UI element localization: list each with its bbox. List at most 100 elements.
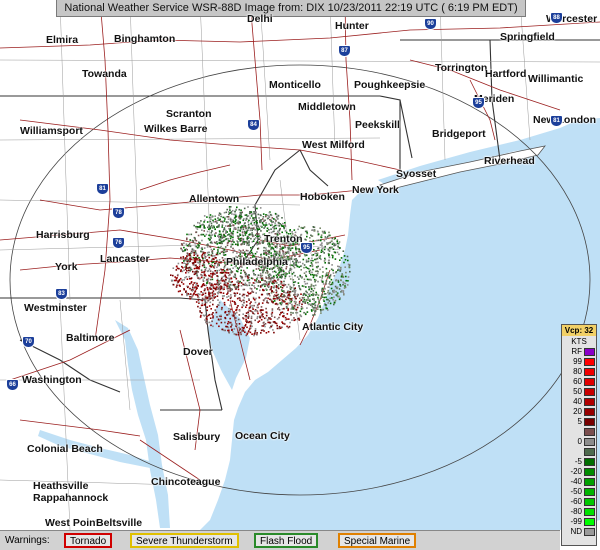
- city-label: Chincoteague: [151, 476, 221, 488]
- interstate-shield-icon: 81: [96, 183, 109, 195]
- legend-color-swatch: [584, 448, 595, 456]
- legend-color-swatch: [584, 428, 595, 436]
- header-bar: National Weather Service WSR-88D Image f…: [56, 0, 526, 17]
- legend-color-swatch: [584, 348, 595, 356]
- city-label: Willimantic: [528, 73, 584, 85]
- velocity-legend: Vcp: 32 KTS RF 99 80 60 50 40 20 5 0 -5 -20 -40 -50-…: [561, 324, 597, 546]
- interstate-shield-icon: 70: [22, 336, 35, 348]
- legend-value-label: -40: [570, 477, 582, 486]
- legend-value-label: 80: [573, 367, 582, 376]
- city-label: Colonial Beach: [27, 443, 103, 455]
- special-marine-warning-button[interactable]: Special Marine: [338, 533, 417, 548]
- warnings-label: Warnings:: [5, 535, 50, 546]
- legend-row: 40: [562, 397, 596, 407]
- legend-row: RF: [562, 347, 596, 357]
- city-label: Philadelphia: [226, 256, 288, 268]
- city-label: Ocean City: [235, 430, 290, 442]
- interstate-shield-icon: 88: [550, 12, 563, 24]
- legend-title: Vcp: 32: [562, 325, 596, 336]
- legend-value-label: RF: [571, 347, 582, 356]
- legend-value-label: -50: [570, 487, 582, 496]
- city-label: Binghamton: [114, 33, 176, 45]
- severe-thunderstorm-warning-button[interactable]: Severe Thunderstorm: [130, 533, 239, 548]
- legend-color-swatch: [584, 458, 595, 466]
- city-label: Allentown: [189, 193, 240, 205]
- legend-color-swatch: [584, 388, 595, 396]
- legend-color-swatch: [584, 518, 595, 526]
- city-label: Middletown: [298, 101, 356, 113]
- interstate-shield-icon: 78: [112, 207, 125, 219]
- city-label: Poughkeepsie: [354, 79, 426, 91]
- legend-row: -80: [562, 507, 596, 517]
- city-label: Delhi: [247, 13, 273, 25]
- city-label: Bridgeport: [432, 128, 486, 140]
- legend-row: -60: [562, 497, 596, 507]
- interstate-shield-icon: 90: [424, 18, 437, 30]
- city-label: Hartford: [485, 68, 527, 80]
- city-label: Washington: [22, 374, 82, 386]
- legend-row: -40: [562, 477, 596, 487]
- city-label: Wilkes Barre: [144, 123, 208, 135]
- legend-color-swatch: [584, 408, 595, 416]
- city-label: New London: [533, 114, 596, 126]
- city-label: Scranton: [166, 108, 212, 120]
- legend-row: -20: [562, 467, 596, 477]
- city-label: Trenton: [264, 233, 303, 245]
- legend-value-label: 0: [577, 437, 582, 446]
- legend-color-swatch: [584, 358, 595, 366]
- interstate-shield-icon: 87: [338, 45, 351, 57]
- city-label: Riverhead: [484, 155, 535, 167]
- legend-row: ND: [562, 527, 596, 537]
- city-label: Towanda: [82, 68, 127, 80]
- legend-value-label: 20: [573, 407, 582, 416]
- legend-row: 0: [562, 437, 596, 447]
- legend-value-label: -99: [570, 517, 582, 526]
- city-label: Peekskill: [355, 119, 400, 131]
- city-label: Torrington: [435, 62, 488, 74]
- legend-row: 80: [562, 367, 596, 377]
- legend-value-label: -20: [570, 467, 582, 476]
- city-label: York: [55, 261, 78, 273]
- legend-value-label: -60: [570, 497, 582, 506]
- city-label: Williamsport: [20, 125, 83, 137]
- interstate-shield-icon: 83: [55, 288, 68, 300]
- header-title: National Weather Service WSR-88D Image f…: [64, 2, 518, 14]
- city-label: West Point: [45, 517, 100, 529]
- legend-rows: RF 99 80 60 50 40 20 5 0 -5 -20 -40 -50 -60 -80 -99 ND: [562, 347, 596, 537]
- legend-color-swatch: [584, 478, 595, 486]
- legend-value-label: 60: [573, 377, 582, 386]
- tornado-warning-button[interactable]: Tornado: [64, 533, 113, 548]
- city-label: Westminster: [24, 302, 87, 314]
- city-label: Harrisburg: [36, 229, 90, 241]
- legend-row: 60: [562, 377, 596, 387]
- legend-row: [562, 427, 596, 437]
- city-label: Atlantic City: [302, 321, 364, 333]
- interstate-shield-icon: 76: [112, 237, 125, 249]
- legend-color-swatch: [584, 398, 595, 406]
- legend-color-swatch: [584, 488, 595, 496]
- city-label: West Milford: [302, 139, 365, 151]
- legend-color-swatch: [584, 468, 595, 476]
- city-label: Baltimore: [66, 332, 115, 344]
- legend-value-label: 40: [573, 397, 582, 406]
- legend-color-swatch: [584, 438, 595, 446]
- city-label: Syosset: [396, 168, 437, 180]
- legend-color-swatch: [584, 418, 595, 426]
- legend-row: -5: [562, 457, 596, 467]
- city-label: Salisbury: [173, 431, 221, 443]
- city-label: Hoboken: [300, 191, 345, 203]
- flash-flood-warning-button[interactable]: Flash Flood: [254, 533, 319, 548]
- legend-color-swatch: [584, 508, 595, 516]
- interstate-shield-icon: 66: [6, 379, 19, 391]
- legend-value-label: 99: [573, 357, 582, 366]
- city-label: Heathsville: [33, 480, 89, 492]
- legend-row: [562, 447, 596, 457]
- radar-map: National Weather Service WSR-88D Image f…: [0, 0, 600, 550]
- interstate-shield-icon: 95: [472, 97, 485, 109]
- city-label: Elmira: [46, 34, 79, 46]
- legend-value-label: -5: [574, 457, 582, 466]
- interstate-shield-icon: 95: [300, 242, 313, 254]
- legend-row: 5: [562, 417, 596, 427]
- legend-value-label: ND: [570, 527, 582, 536]
- legend-units: KTS: [562, 336, 596, 347]
